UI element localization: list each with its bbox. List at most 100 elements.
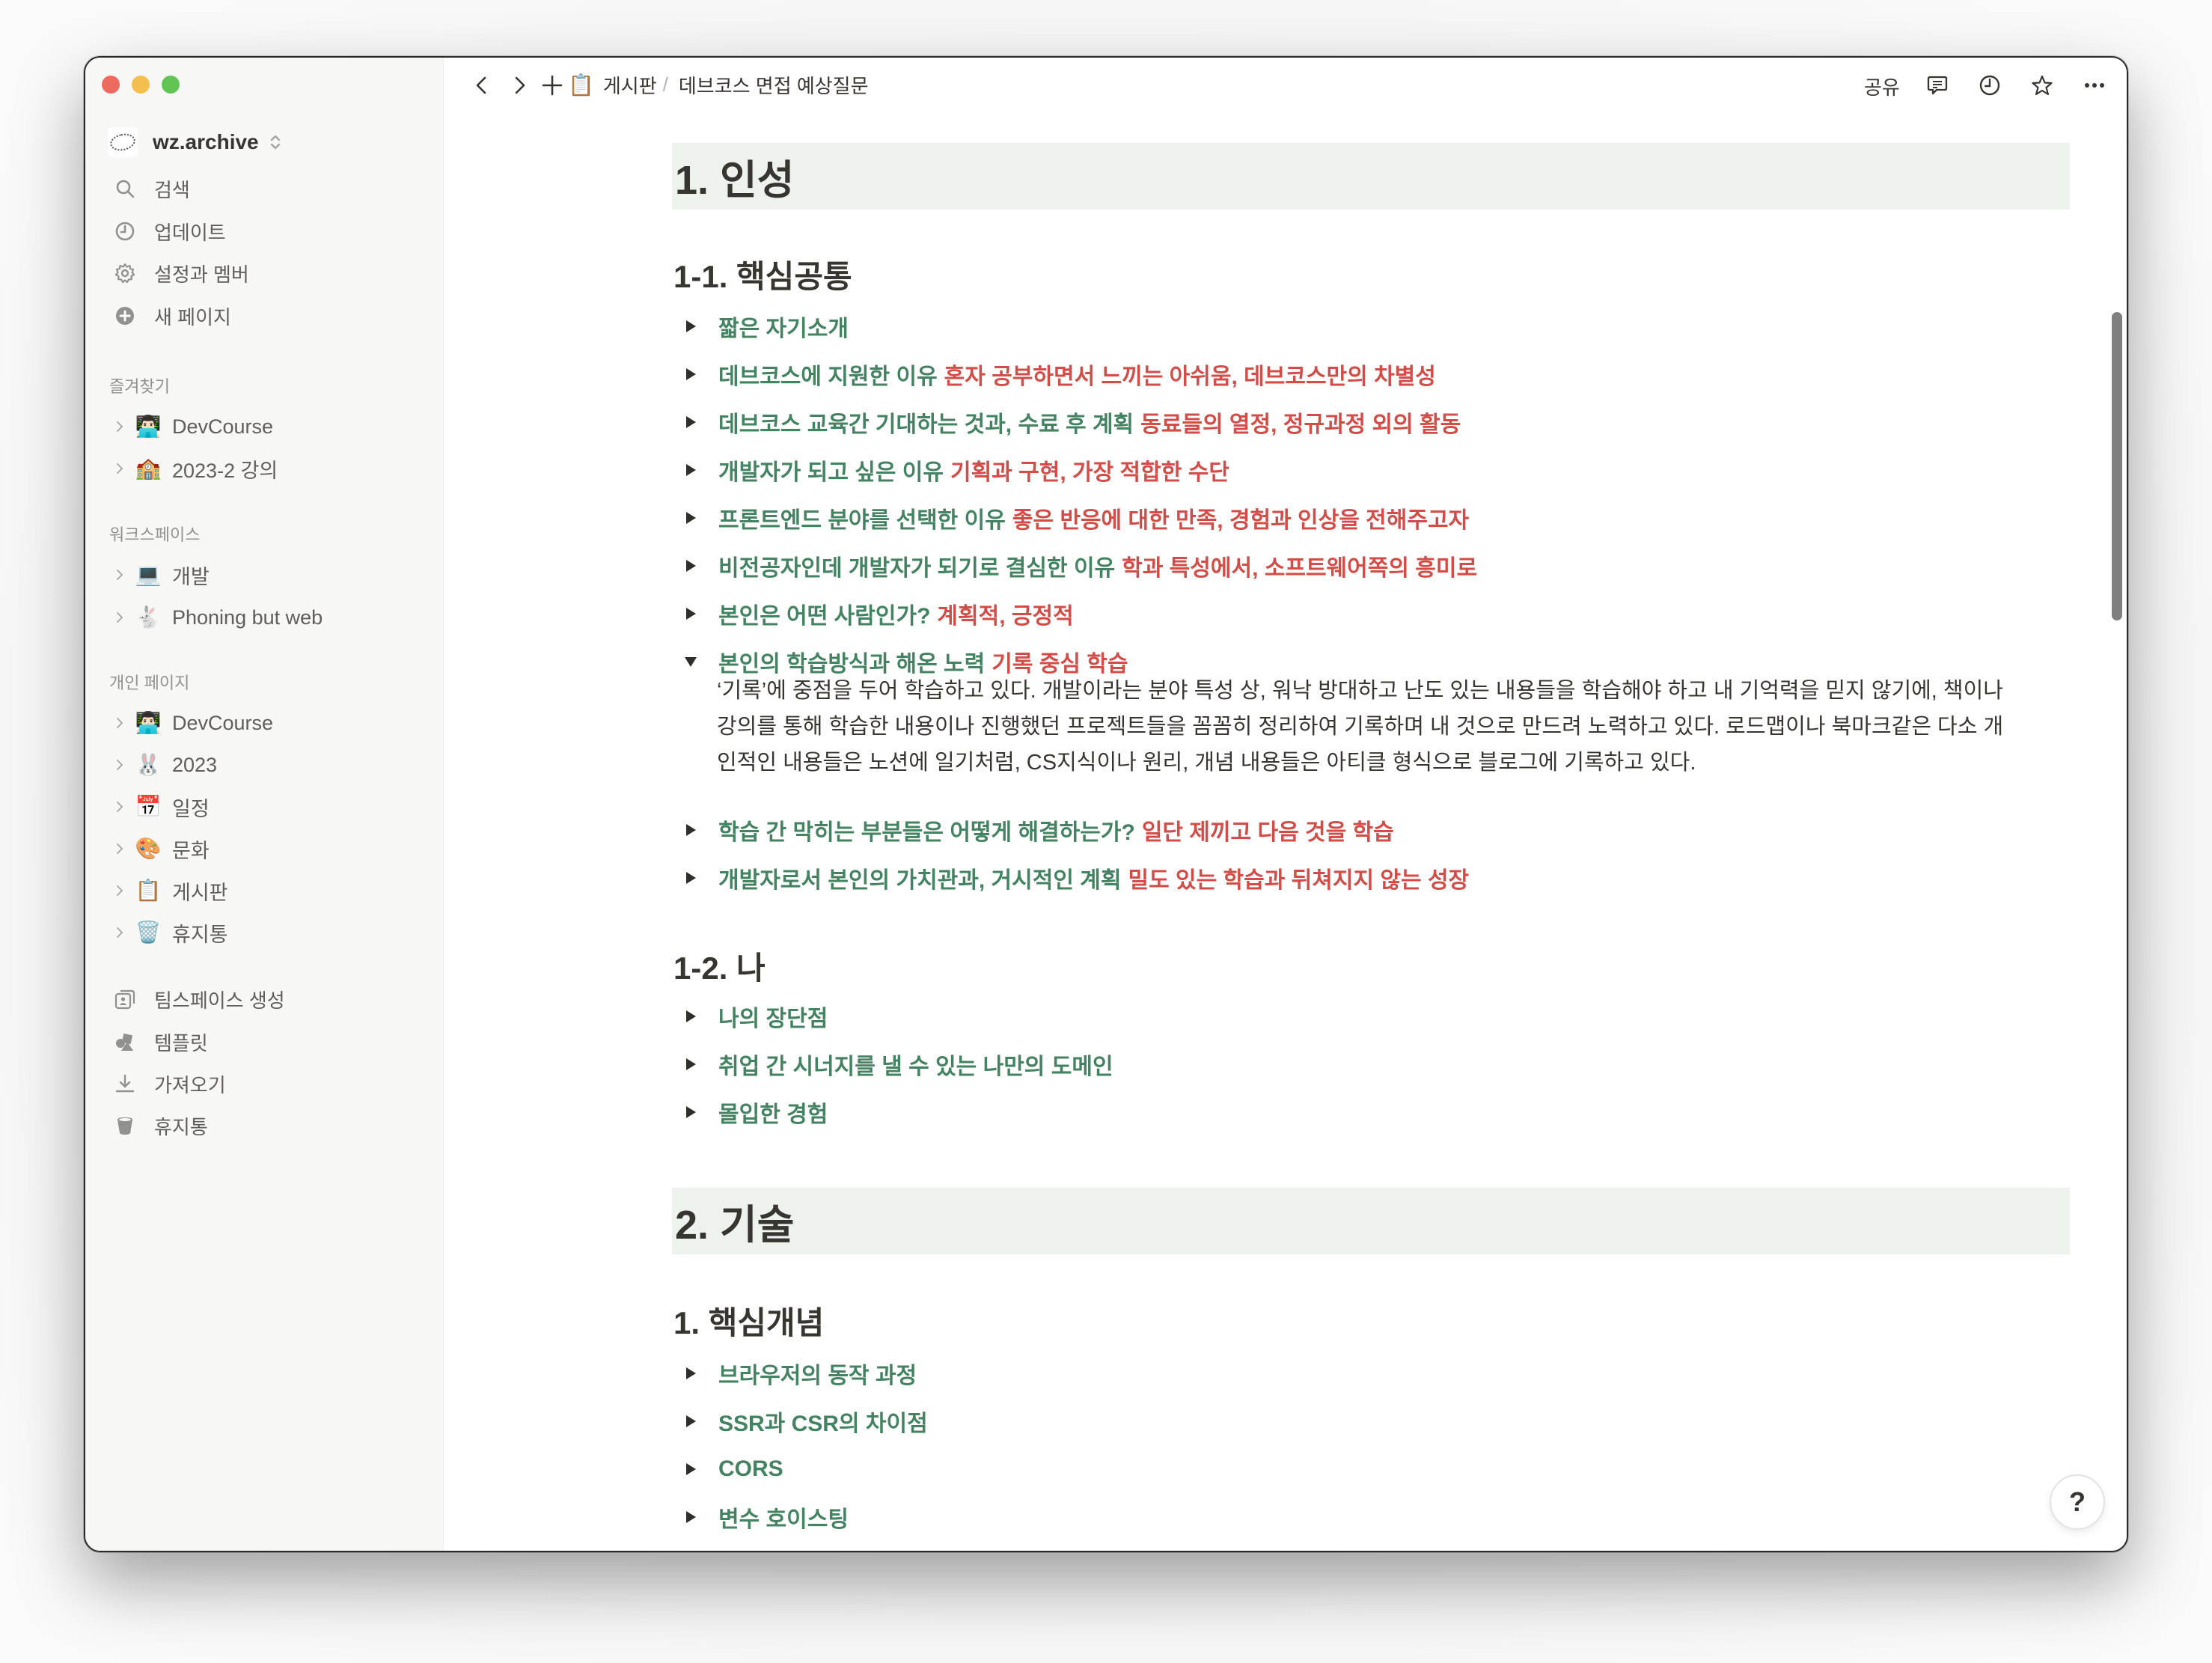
vertical-scrollbar[interactable] [2112,312,2122,620]
triangle-right-icon[interactable] [682,605,699,622]
toggle-block[interactable]: 변수 호이스팅 [672,1499,2070,1535]
sidebar-page-2023[interactable]: 🐰 2023 [108,748,422,782]
sidebar-item-label: 업데이트 [154,221,226,244]
sidebar-trash[interactable]: 휴지통 [108,1109,422,1142]
sidebar-settings[interactable]: 설정과 멤버 [108,257,422,290]
chevron-right-icon[interactable] [111,840,129,858]
sidebar-page-label: 휴지통 [172,923,228,946]
triangle-down-icon[interactable] [682,653,699,670]
sidebar-page-board[interactable]: 📋 게시판 [108,873,422,908]
new-page-button[interactable] [541,74,563,97]
triangle-right-icon[interactable] [682,870,699,886]
sidebar-new-page[interactable]: 새 페이지 [108,299,422,332]
toggle-block[interactable]: 브라우저의 동작 과정 [672,1355,2070,1391]
minimize-window-button[interactable] [132,76,150,94]
toggle-block[interactable]: 개발자로서 본인의 가치관과, 거시적인 계획 밀도 있는 학습과 뒤쳐지지 않는… [672,860,2070,896]
toggle-block[interactable]: 본인은 어떤 사람인가? 계획적, 긍정적 [672,596,2070,632]
triangle-right-icon[interactable] [682,510,699,526]
triangle-right-icon[interactable] [682,318,699,335]
chevron-right-icon[interactable] [111,608,129,626]
laptop-emoji-icon: 💻 [135,563,162,586]
breadcrumb-board[interactable]: 게시판 [603,71,657,99]
gear-icon [114,262,136,284]
search-icon [114,177,136,200]
chevron-right-icon[interactable] [111,566,129,584]
chevron-right-icon[interactable] [111,798,129,816]
sidebar-page-label: 2023-2 강의 [172,459,278,482]
chevron-right-icon[interactable] [111,924,129,942]
triangle-right-icon[interactable] [682,1509,699,1525]
triangle-right-icon[interactable] [682,1008,699,1025]
chevron-right-icon[interactable] [111,882,129,900]
sidebar-page-culture[interactable]: 🎨 문화 [108,832,422,866]
sidebar-page-trash[interactable]: 🗑️ 휴지통 [108,915,422,950]
sidebar-updates[interactable]: 업데이트 [108,215,422,248]
sidebar-import[interactable]: 가져오기 [108,1067,422,1100]
close-window-button[interactable] [102,76,120,94]
toggle-question: 변수 호이스팅 [718,1507,849,1532]
calendar-emoji-icon: 📅 [135,795,162,818]
favorite-button[interactable] [2031,74,2053,97]
toggle-question: 개발자로서 본인의 가치관과, 거시적인 계획 [718,868,1122,893]
help-button[interactable]: ? [2050,1474,2105,1530]
toggle-block[interactable]: 데브코스에 지원한 이유 혼자 공부하면서 느끼는 아쉬움, 데브코스만의 차별성 [672,356,2070,392]
chevron-right-icon[interactable] [111,756,129,774]
section-label-favorites: 즐겨찾기 [109,377,170,396]
triangle-right-icon[interactable] [682,366,699,382]
triangle-right-icon[interactable] [682,1413,699,1429]
sidebar-templates[interactable]: 템플릿 [108,1025,422,1058]
comments-button[interactable] [1926,74,1949,97]
triangle-right-icon[interactable] [682,462,699,478]
chevron-right-icon[interactable] [111,418,129,436]
triangle-right-icon[interactable] [682,1461,699,1477]
sidebar-page-2023-2-lecture[interactable]: 🏫 2023-2 강의 [108,451,422,486]
sidebar-page-schedule[interactable]: 📅 일정 [108,790,422,824]
toggle-block[interactable]: 비전공자인데 개발자가 되기로 결심한 이유 학과 특성에서, 소프트웨어쪽의 흥… [672,548,2070,584]
teamspace-icon [114,988,136,1010]
sidebar-search[interactable]: 검색 [108,172,422,205]
triangle-right-icon[interactable] [682,1104,699,1120]
sidebar-page-phoning[interactable]: 🐇 Phoning but web [108,600,422,635]
more-options-button[interactable] [2083,74,2106,97]
toggle-block[interactable]: 데브코스 교육간 기대하는 것과, 수료 후 계획 동료들의 열정, 정규과정 외… [672,404,2070,440]
history-icon [1979,75,2000,96]
workspace-switcher[interactable]: wz.archive [108,126,281,158]
breadcrumb-current-page[interactable]: 데브코스 면접 예상질문 [679,71,869,99]
toggle-block[interactable]: 취업 간 시너지를 낼 수 있는 나만의 도메인 [672,1046,2070,1082]
toggle-question: CORS [718,1456,783,1481]
zoom-window-button[interactable] [162,76,180,94]
share-button[interactable]: 공유 [1864,73,1900,100]
sidebar-page-devcourse-fav[interactable]: 👨🏻‍💻 DevCourse [108,409,422,444]
sidebar-create-teamspace[interactable]: 팀스페이스 생성 [108,983,422,1016]
triangle-right-icon[interactable] [682,1056,699,1072]
toggle-block[interactable]: 나의 장단점 [672,998,2070,1034]
toggle-answer: 학과 특성에서, 소프트웨어쪽의 흥미로 [1122,556,1478,581]
toggle-answer: 밀도 있는 학습과 뒤쳐지지 않는 성장 [1128,868,1470,893]
toggle-question: 개발자가 되고 싶은 이유 [718,460,944,485]
forward-button[interactable] [508,74,531,97]
triangle-right-icon[interactable] [682,1365,699,1382]
toggle-block[interactable]: CORS [672,1451,2070,1487]
toggle-question: 본인은 어떤 사람인가? [718,604,931,629]
workspace-name: wz.archive [153,130,259,153]
toggle-question: 데브코스 교육간 기대하는 것과, 수료 후 계획 [718,412,1134,437]
toggle-block[interactable]: 학습 간 막히는 부분들은 어떻게 해결하는가? 일단 제끼고 다음 것을 학습 [672,812,2070,848]
sidebar-page-devcourse[interactable]: 👨🏻‍💻 DevCourse [108,706,422,740]
rabbit-face-emoji-icon: 🐰 [135,753,162,776]
toggle-block[interactable]: 몰입한 경험 [672,1094,2070,1130]
chevron-right-icon[interactable] [111,714,129,732]
chevron-right-icon [515,76,525,94]
toggle-block[interactable]: 개발자가 되고 싶은 이유 기획과 구현, 가장 적합한 수단 [672,452,2070,488]
triangle-right-icon[interactable] [682,414,699,430]
sidebar-page-dev[interactable]: 💻 개발 [108,558,422,592]
chevron-right-icon[interactable] [111,460,129,477]
triangle-right-icon[interactable] [682,822,699,838]
updates-history-button[interactable] [1979,74,2001,97]
wastebasket-emoji-icon: 🗑️ [135,921,162,944]
toggle-block[interactable]: 프론트엔드 분야를 선택한 이유 좋은 반응에 대한 만족, 경험과 인상을 전해… [672,500,2070,536]
triangle-right-icon[interactable] [682,558,699,574]
toggle-block[interactable]: SSR과 CSR의 차이점 [672,1403,2070,1439]
heading-1: 1. 인성 [672,143,2070,210]
toggle-block[interactable]: 짧은 자기소개 [672,308,2070,344]
back-button[interactable] [471,74,493,97]
